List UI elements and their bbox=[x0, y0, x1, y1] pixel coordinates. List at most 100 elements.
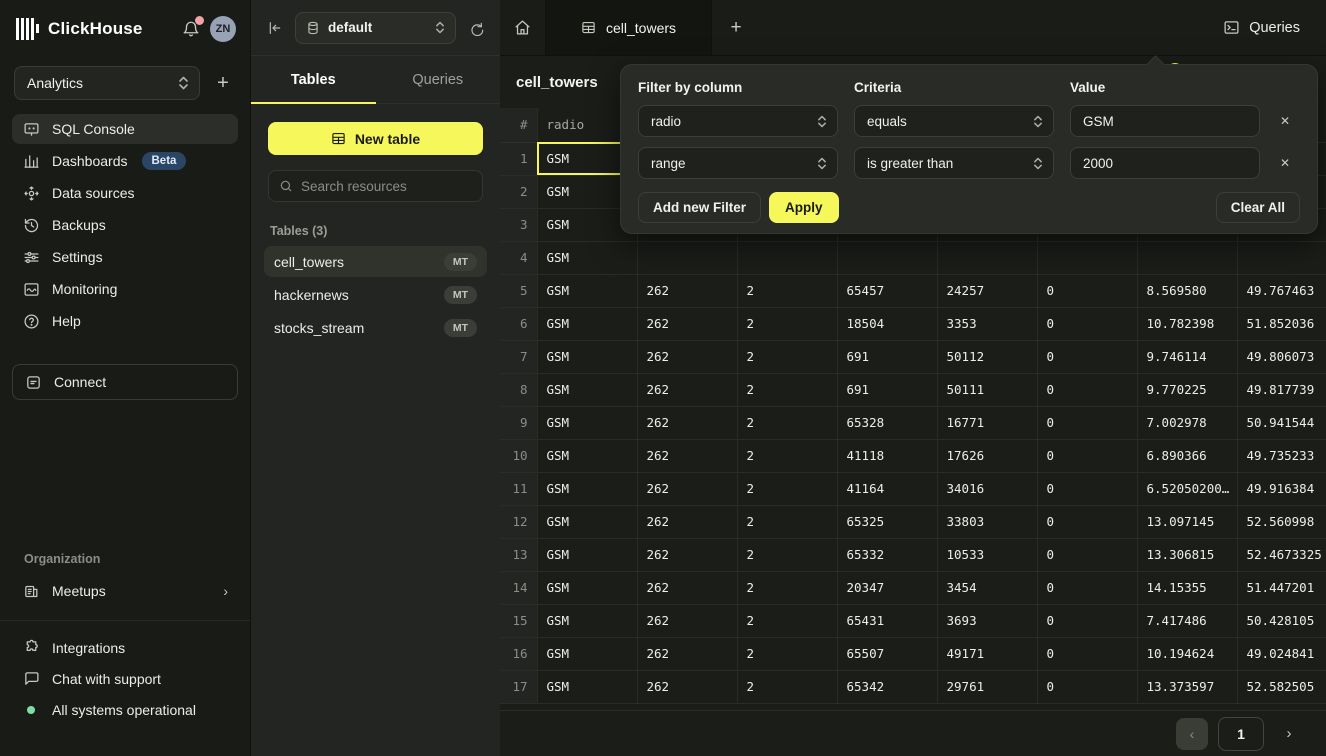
table-cell[interactable]: 41118 bbox=[837, 439, 937, 472]
remove-filter-button[interactable]: ✕ bbox=[1270, 148, 1300, 178]
connect-button[interactable]: Connect bbox=[12, 364, 238, 400]
table-cell[interactable]: 49.767463 bbox=[1237, 274, 1326, 307]
table-cell[interactable] bbox=[837, 241, 937, 274]
table-cell[interactable]: 3693 bbox=[937, 604, 1037, 637]
table-cell[interactable]: 65457 bbox=[837, 274, 937, 307]
table-cell[interactable]: 14.15355 bbox=[1137, 571, 1237, 604]
table-cell[interactable]: GSM bbox=[537, 373, 637, 406]
table-cell[interactable]: GSM bbox=[537, 406, 637, 439]
table-cell[interactable]: 34016 bbox=[937, 472, 1037, 505]
remove-filter-button[interactable]: ✕ bbox=[1270, 106, 1300, 136]
table-cell[interactable]: 18504 bbox=[837, 307, 937, 340]
table-cell[interactable]: 0 bbox=[1037, 340, 1137, 373]
table-cell[interactable]: GSM bbox=[537, 472, 637, 505]
table-cell[interactable]: 8.569580 bbox=[1137, 274, 1237, 307]
search-input[interactable] bbox=[301, 179, 472, 194]
table-cell[interactable]: 262 bbox=[637, 604, 737, 637]
table-cell[interactable]: 0 bbox=[1037, 439, 1137, 472]
table-cell[interactable]: GSM bbox=[537, 571, 637, 604]
table-cell[interactable]: GSM bbox=[537, 307, 637, 340]
sidebar-item-sql-console[interactable]: SQL Console bbox=[12, 114, 238, 144]
sidebar-item-monitoring[interactable]: Monitoring bbox=[12, 274, 238, 304]
table-cell[interactable]: 262 bbox=[637, 406, 737, 439]
new-tab-button[interactable]: + bbox=[712, 0, 760, 55]
table-cell[interactable]: 65328 bbox=[837, 406, 937, 439]
status-indicator[interactable]: All systems operational bbox=[12, 695, 238, 724]
table-cell[interactable]: 2 bbox=[737, 538, 837, 571]
sidebar-item-dashboards[interactable]: Dashboards Beta bbox=[12, 146, 238, 176]
table-cell[interactable]: 262 bbox=[637, 538, 737, 571]
table-cell[interactable]: GSM bbox=[537, 538, 637, 571]
clear-all-filters-button[interactable]: Clear All bbox=[1216, 192, 1300, 223]
table-cell[interactable]: 262 bbox=[637, 670, 737, 703]
table-cell[interactable]: 2 bbox=[737, 571, 837, 604]
sidebar-item-chat-support[interactable]: Chat with support bbox=[12, 664, 238, 693]
new-table-button[interactable]: New table bbox=[268, 122, 483, 155]
table-cell[interactable]: 13.373597 bbox=[1137, 670, 1237, 703]
sidebar-item-integrations[interactable]: Integrations bbox=[12, 633, 238, 662]
table-cell[interactable]: 2 bbox=[737, 340, 837, 373]
table-list-item-stocks-stream[interactable]: stocks_stream MT bbox=[264, 312, 487, 343]
table-cell[interactable]: 3454 bbox=[937, 571, 1037, 604]
table-cell[interactable]: GSM bbox=[537, 637, 637, 670]
table-cell[interactable]: 262 bbox=[637, 373, 737, 406]
table-cell[interactable]: 0 bbox=[1037, 604, 1137, 637]
table-cell[interactable]: 65332 bbox=[837, 538, 937, 571]
table-cell[interactable] bbox=[637, 241, 737, 274]
add-new-filter-button[interactable]: Add new Filter bbox=[638, 192, 761, 223]
table-cell[interactable]: GSM bbox=[537, 439, 637, 472]
table-cell[interactable]: 2 bbox=[737, 439, 837, 472]
table-cell[interactable]: 0 bbox=[1037, 373, 1137, 406]
table-cell[interactable]: 262 bbox=[637, 340, 737, 373]
tab-tables[interactable]: Tables bbox=[251, 56, 376, 103]
clickhouse-logo[interactable]: ClickHouse bbox=[16, 18, 143, 40]
home-button[interactable] bbox=[500, 0, 546, 55]
table-cell[interactable]: 49.916384 bbox=[1237, 472, 1326, 505]
table-cell[interactable]: 24257 bbox=[937, 274, 1037, 307]
table-cell[interactable]: 262 bbox=[637, 274, 737, 307]
avatar[interactable]: ZN bbox=[210, 16, 236, 42]
table-cell[interactable]: 3353 bbox=[937, 307, 1037, 340]
table-cell[interactable]: 262 bbox=[637, 472, 737, 505]
table-cell[interactable]: GSM bbox=[537, 505, 637, 538]
filter-criteria-select[interactable]: is greater than bbox=[854, 147, 1054, 179]
notifications-button[interactable] bbox=[182, 20, 200, 38]
table-cell[interactable]: 49.817739 bbox=[1237, 373, 1326, 406]
table-cell[interactable]: 7.417486 bbox=[1137, 604, 1237, 637]
table-cell[interactable]: 65325 bbox=[837, 505, 937, 538]
table-cell[interactable]: 52.4673325 bbox=[1237, 538, 1326, 571]
table-list-item-cell-towers[interactable]: cell_towers MT bbox=[264, 246, 487, 277]
table-cell[interactable]: 41164 bbox=[837, 472, 937, 505]
filter-criteria-select[interactable]: equals bbox=[854, 105, 1054, 137]
table-cell[interactable]: 33803 bbox=[937, 505, 1037, 538]
table-cell[interactable]: 29761 bbox=[937, 670, 1037, 703]
filter-column-select[interactable]: range bbox=[638, 147, 838, 179]
table-cell[interactable]: 16771 bbox=[937, 406, 1037, 439]
table-cell[interactable]: 13.306815 bbox=[1137, 538, 1237, 571]
table-cell[interactable]: 262 bbox=[637, 307, 737, 340]
table-cell[interactable]: 50.941544 bbox=[1237, 406, 1326, 439]
sidebar-item-settings[interactable]: Settings bbox=[12, 242, 238, 272]
table-cell[interactable]: 65507 bbox=[837, 637, 937, 670]
table-cell[interactable]: 10533 bbox=[937, 538, 1037, 571]
table-cell[interactable]: 0 bbox=[1037, 472, 1137, 505]
table-cell[interactable]: 10.782398 bbox=[1137, 307, 1237, 340]
apply-filters-button[interactable]: Apply bbox=[769, 192, 839, 223]
table-cell[interactable]: 52.582505 bbox=[1237, 670, 1326, 703]
sidebar-item-meetups[interactable]: Meetups › bbox=[12, 576, 238, 606]
table-cell[interactable]: GSM bbox=[537, 340, 637, 373]
table-cell[interactable]: 50.428105 bbox=[1237, 604, 1326, 637]
filter-column-select[interactable]: radio bbox=[638, 105, 838, 137]
table-cell[interactable]: 0 bbox=[1037, 274, 1137, 307]
workspace-select[interactable]: Analytics bbox=[14, 66, 200, 100]
table-cell[interactable]: 0 bbox=[1037, 571, 1137, 604]
filter-value-input[interactable] bbox=[1070, 105, 1260, 137]
table-cell[interactable]: 262 bbox=[637, 637, 737, 670]
table-cell[interactable]: 6.890366 bbox=[1137, 439, 1237, 472]
table-cell[interactable]: GSM bbox=[537, 604, 637, 637]
sidebar-item-data-sources[interactable]: Data sources bbox=[12, 178, 238, 208]
table-cell[interactable]: 2 bbox=[737, 472, 837, 505]
table-cell[interactable]: 2 bbox=[737, 604, 837, 637]
table-cell[interactable]: 20347 bbox=[837, 571, 937, 604]
collapse-panel-button[interactable] bbox=[267, 20, 283, 36]
